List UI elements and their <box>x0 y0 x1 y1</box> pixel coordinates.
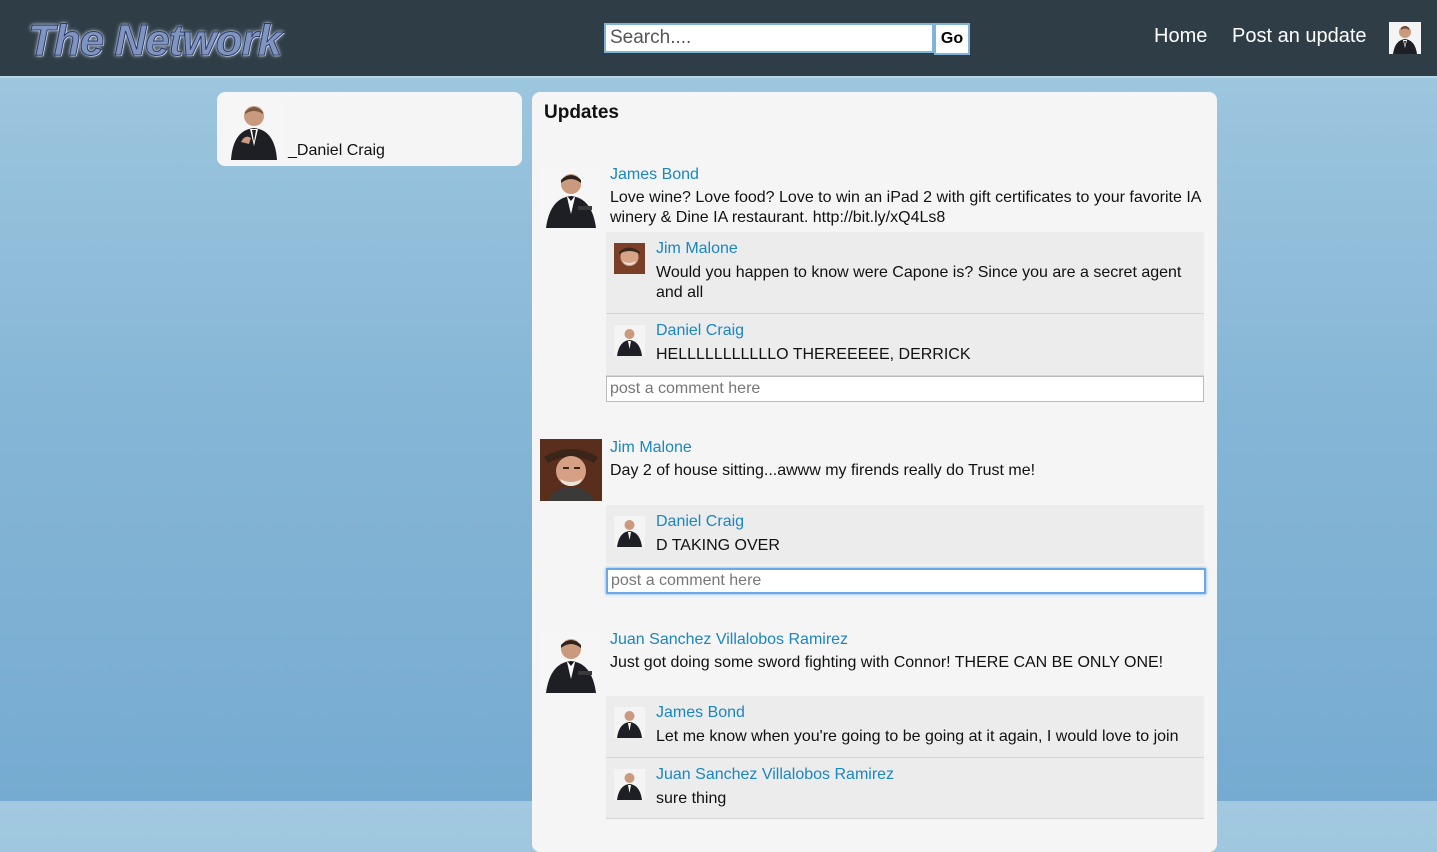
comments-list: Jim Malone Would you happen to know were… <box>606 232 1204 376</box>
nav-post-update-link[interactable]: Post an update <box>1232 25 1367 48</box>
comments-list: Daniel Craig D TAKING OVER <box>606 505 1204 564</box>
search-go-button[interactable]: Go <box>934 23 970 55</box>
comment-text: HELLLLLLLLLLLO THEREEEEE, DERRICK <box>656 346 971 363</box>
user-avatar-icon[interactable] <box>1389 22 1421 54</box>
updates-heading: Updates <box>544 102 619 123</box>
comment-text: Let me know when you're going to be goin… <box>656 728 1179 745</box>
comment-item: Jim Malone Would you happen to know were… <box>606 232 1204 314</box>
top-navigation-bar: The Network Go Home Post an update <box>0 0 1437 78</box>
post-author-avatar[interactable] <box>540 631 602 693</box>
profile-photo[interactable] <box>223 98 285 160</box>
post-author-avatar[interactable] <box>540 166 602 228</box>
updates-panel: Updates James Bond Love wine? Love food?… <box>532 92 1217 852</box>
comment-input[interactable] <box>606 376 1204 402</box>
site-logo[interactable]: The Network <box>27 16 282 66</box>
post-text: Day 2 of house sitting...awww my firends… <box>610 462 1036 479</box>
comment-author-link[interactable]: Daniel Craig <box>656 513 744 531</box>
comment-text: Would you happen to know were Capone is?… <box>656 264 1182 301</box>
comment-item: James Bond Let me know when you're going… <box>606 696 1204 758</box>
post-text: Just got doing some sword fighting with … <box>610 654 1164 671</box>
comment-author-link[interactable]: Jim Malone <box>656 240 738 258</box>
comment-author-avatar[interactable] <box>614 243 645 274</box>
comment-author-link[interactable]: Daniel Craig <box>656 322 744 340</box>
comment-author-link[interactable]: Juan Sanchez Villalobos Ramirez <box>656 766 894 784</box>
search-input[interactable] <box>604 23 934 53</box>
comment-author-avatar[interactable] <box>614 325 645 356</box>
post-author-link[interactable]: Jim Malone <box>610 439 692 457</box>
comment-author-avatar[interactable] <box>614 769 645 800</box>
comment-item: Daniel Craig D TAKING OVER <box>606 505 1204 564</box>
post-author-link[interactable]: James Bond <box>610 166 699 184</box>
comment-text: D TAKING OVER <box>656 537 780 554</box>
comment-text: sure thing <box>656 790 727 807</box>
comment-item: Juan Sanchez Villalobos Ramirez sure thi… <box>606 758 1204 819</box>
post-text: Love wine? Love food? Love to win an iPa… <box>610 189 1201 226</box>
comment-author-link[interactable]: James Bond <box>656 704 745 722</box>
comment-author-avatar[interactable] <box>614 516 645 547</box>
nav-home-link[interactable]: Home <box>1154 25 1207 48</box>
post-author-link[interactable]: Juan Sanchez Villalobos Ramirez <box>610 631 848 649</box>
comment-input[interactable] <box>606 568 1206 594</box>
profile-card: _Daniel Craig <box>217 92 522 166</box>
comment-author-avatar[interactable] <box>614 707 645 738</box>
comment-item: Daniel Craig HELLLLLLLLLLLO THEREEEEE, D… <box>606 314 1204 376</box>
profile-name[interactable]: _Daniel Craig <box>288 142 385 160</box>
post-author-avatar[interactable] <box>540 439 602 501</box>
